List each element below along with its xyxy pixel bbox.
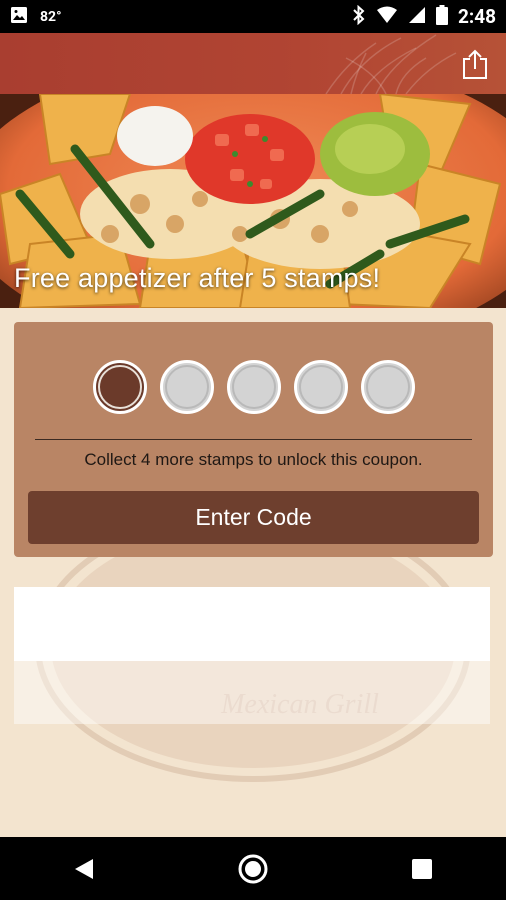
share-button[interactable] <box>460 47 490 81</box>
share-icon <box>463 49 487 79</box>
stamp-empty <box>360 360 415 414</box>
divider <box>35 439 472 440</box>
recents-button[interactable] <box>392 839 452 899</box>
stamp-collected <box>92 360 147 414</box>
battery-icon <box>435 4 448 29</box>
navigation-bar <box>0 837 506 900</box>
stamp-empty <box>226 360 281 414</box>
stamp-card: Collect 4 more stamps to unlock this cou… <box>14 322 493 557</box>
stamp-row <box>14 360 493 416</box>
temperature-text: 82° <box>40 8 62 25</box>
back-icon <box>75 858 94 879</box>
status-bar: 82° 2:48 <box>0 0 506 33</box>
stamp-empty <box>293 360 348 414</box>
stamp-progress-message: Collect 4 more stamps to unlock this cou… <box>84 450 423 469</box>
decorative-grass-icon <box>325 34 457 94</box>
signal-icon <box>408 6 426 28</box>
stamp-empty <box>159 360 214 414</box>
enter-code-button[interactable]: Enter Code <box>28 491 479 544</box>
hero-title: Free appetizer after 5 stamps! <box>14 263 381 293</box>
bluetooth-icon <box>352 4 366 29</box>
coupon-content-box <box>14 587 490 661</box>
clock-text: 2:48 <box>457 5 496 28</box>
home-button[interactable] <box>223 839 283 899</box>
app-bar <box>0 33 506 94</box>
wifi-icon <box>376 6 398 28</box>
recents-icon <box>411 858 432 879</box>
coupon-content-fade <box>14 661 490 724</box>
image-icon <box>10 6 28 28</box>
back-button[interactable] <box>54 839 114 899</box>
hero-image: Free appetizer after 5 stamps! <box>0 94 506 308</box>
home-icon <box>238 854 268 883</box>
